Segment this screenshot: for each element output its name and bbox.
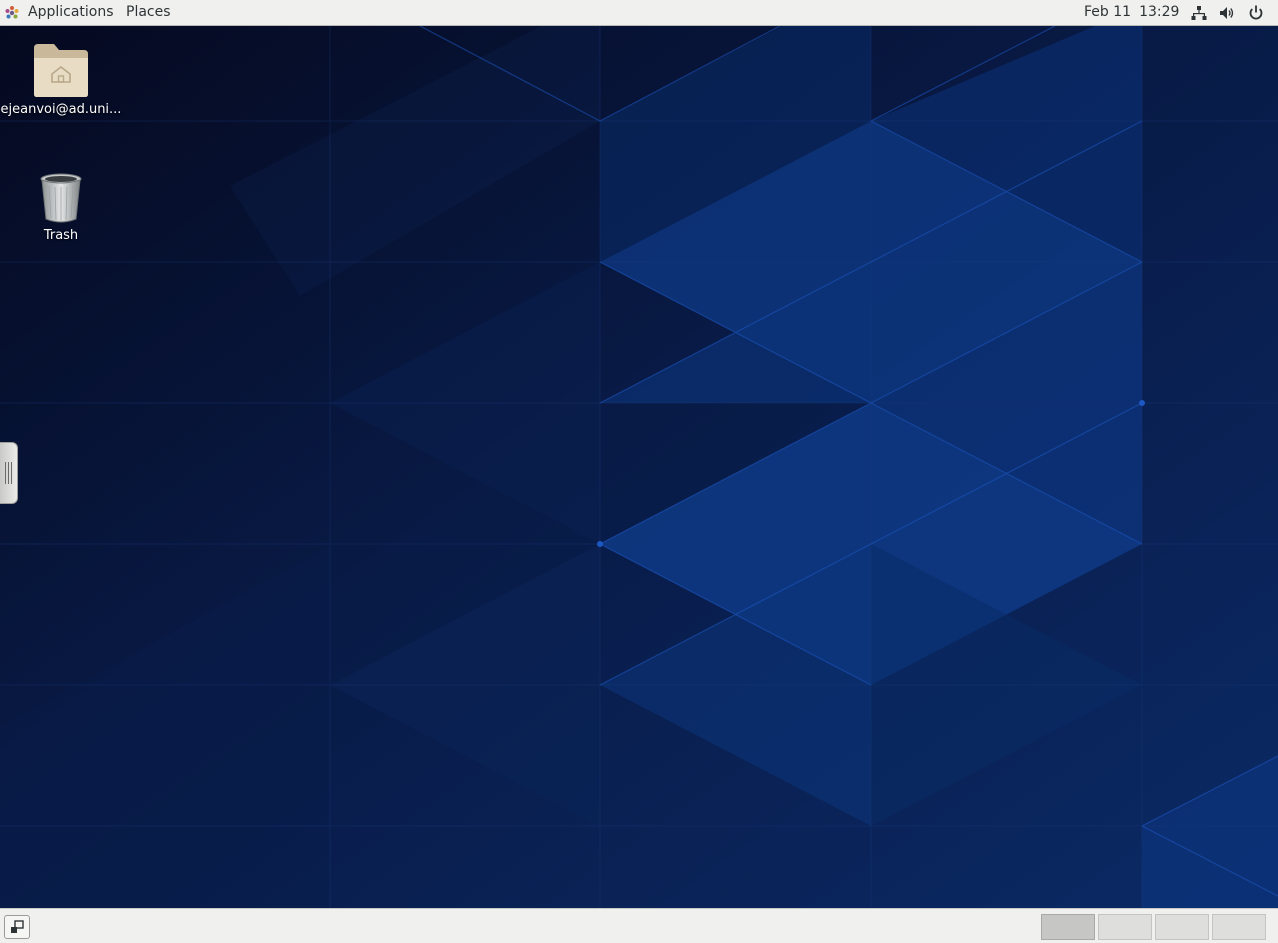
workspace-1[interactable] xyxy=(1041,914,1095,940)
show-desktop-button[interactable] xyxy=(4,915,30,939)
top-panel: Applications Places Feb 11 13:29 xyxy=(0,0,1278,26)
clock-date: Feb 11 xyxy=(1084,4,1132,20)
clock-time: 13:29 xyxy=(1139,4,1180,20)
handle-grip-line xyxy=(8,462,9,484)
power-icon[interactable] xyxy=(1247,4,1265,22)
home-folder-icon xyxy=(34,44,88,97)
places-label: Places xyxy=(126,4,171,20)
gnome-foot-icon xyxy=(5,5,19,18)
places-menu[interactable]: Places xyxy=(126,0,171,25)
applications-menu[interactable]: Applications xyxy=(4,0,114,25)
workspace-2[interactable] xyxy=(1098,914,1152,940)
desktop-icon-home[interactable]: ejeanvoi@ad.uni... xyxy=(0,42,122,117)
wallpaper xyxy=(0,26,1278,908)
bottom-panel xyxy=(0,908,1278,943)
desktop[interactable]: ejeanvoi@ad.uni... Trash xyxy=(0,26,1278,908)
trash-icon xyxy=(40,173,82,223)
desktop-icon-label: ejeanvoi@ad.uni... xyxy=(0,102,122,117)
handle-grip-line xyxy=(5,462,6,484)
show-desktop-icon xyxy=(11,920,24,933)
clock[interactable]: Feb 11 13:29 xyxy=(1084,0,1179,25)
workspace-3[interactable] xyxy=(1155,914,1209,940)
workspace-4[interactable] xyxy=(1212,914,1266,940)
applications-label: Applications xyxy=(28,4,114,20)
desktop-icon-trash[interactable]: Trash xyxy=(0,172,122,243)
volume-icon[interactable] xyxy=(1218,4,1236,22)
handle-grip-line xyxy=(11,462,12,484)
network-icon[interactable] xyxy=(1190,4,1208,22)
side-drawer-handle[interactable] xyxy=(0,442,18,504)
desktop-icon-label: Trash xyxy=(43,228,79,243)
